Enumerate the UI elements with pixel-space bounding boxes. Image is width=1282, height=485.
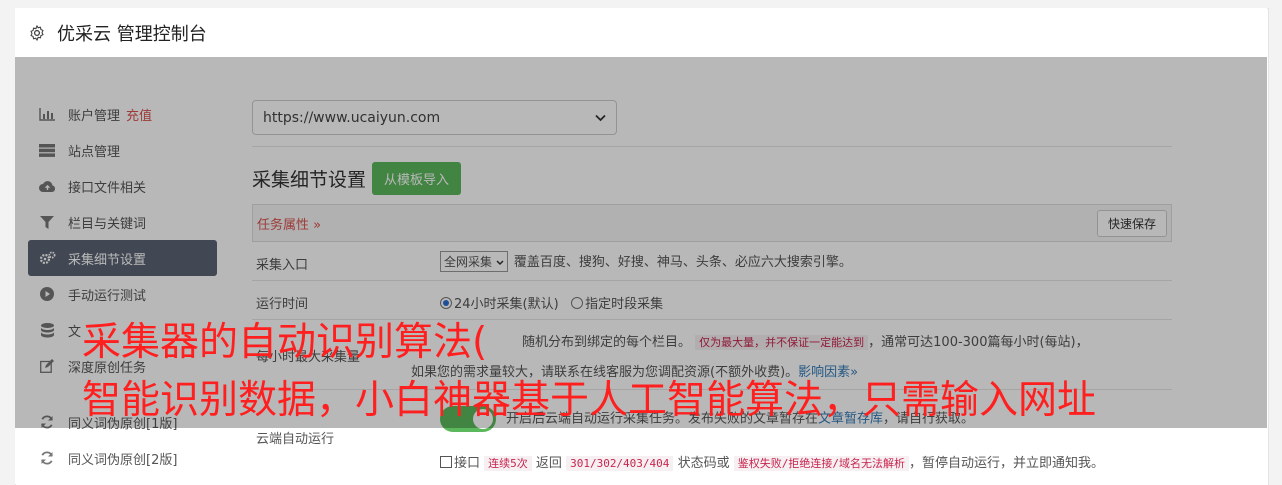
entry-select[interactable]: 全网采集 [440, 251, 508, 272]
caption-line-1: 采集器的自动识别算法( [82, 320, 488, 365]
section-title: 采集细节设置 [252, 169, 367, 191]
task-props-header: 任务属性 » 快速保存 [252, 204, 1172, 242]
sidebar-item-manual-test[interactable]: 手动运行测试 [28, 276, 217, 312]
notify-checkbox[interactable] [440, 456, 452, 468]
sidebar-item-label: 账户管理 [68, 108, 121, 124]
amount-code: 仅为最大量，并不保证一定能达到 [695, 335, 869, 350]
quick-save-button[interactable]: 快速保存 [1096, 209, 1167, 237]
sidebar-item-label: 同义词伪原创[2版] [68, 452, 178, 468]
radio-scheduled-label: 指定时段采集 [585, 297, 664, 312]
row-label: 采集入口 [256, 258, 309, 273]
row-value: 全网采集 覆盖百度、搜狗、好搜、神马、头条、必应六大搜索引擎。 [440, 251, 852, 272]
chevron-down-icon [595, 110, 606, 126]
radio-scheduled[interactable] [571, 297, 584, 309]
import-template-button[interactable]: 从模板导入 [372, 162, 462, 195]
sidebar-item-label: 站点管理 [68, 144, 121, 160]
sidebar-item-collection-settings[interactable]: 采集细节设置 [28, 240, 217, 276]
sidebar-item-label: 接口文件相关 [68, 180, 147, 196]
entry-desc: 覆盖百度、搜狗、好搜、神马、头条、必应六大搜索引擎。 [513, 255, 852, 270]
sidebar-item-label: 文 [68, 324, 82, 340]
gear-icon [27, 23, 47, 43]
radio-24h-label: 24小时采集(默认) [454, 297, 559, 312]
cloud-upload-icon [38, 179, 56, 193]
site-url-select[interactable]: https://www.ucaiyun.com [252, 100, 617, 135]
row-time: 运行时间 24小时采集(默认) 指定时段采集 [252, 281, 1172, 320]
chevron-down-icon [496, 260, 504, 266]
edit-icon [38, 359, 56, 373]
amount-text: 随机分布到绑定的每个栏目。 [522, 335, 692, 350]
cloud-text: 状态码或 [677, 456, 730, 471]
sidebar-item-label: 采集细节设置 [68, 252, 147, 268]
site-url-value: https://www.ucaiyun.com [263, 109, 441, 126]
sidebar-item-columns-keywords[interactable]: 栏目与关键词 [28, 204, 217, 240]
page-title: 优采云 管理控制台 [57, 23, 207, 45]
sidebar-item-sites[interactable]: 站点管理 [28, 132, 217, 168]
main-panel: https://www.ucaiyun.com 采集细节设置 从模板导入 任务属… [252, 100, 1172, 471]
sidebar-item-interface-files[interactable]: 接口文件相关 [28, 168, 217, 204]
caption-line-2: 智能识别数据，小白神器基于人工智能算法，只需输入网址 [82, 378, 1097, 423]
entry-select-value: 全网采集 [444, 255, 493, 269]
divider [252, 146, 1172, 147]
filter-icon [38, 215, 56, 229]
cloud-text: 接口 [454, 456, 481, 471]
row-value: 24小时采集(默认) 指定时段采集 [440, 293, 663, 312]
task-props-toggle[interactable]: 任务属性 » [257, 214, 321, 233]
page-header: 优采云 管理控制台 [15, 8, 1267, 58]
cloud-text: ，暂停自动运行，并立即通知我。 [908, 456, 1104, 471]
cloud-code: 301/302/403/404 [566, 456, 674, 471]
cloud-code: 连续5次 [484, 456, 532, 471]
sidebar-item-label: 手动运行测试 [68, 288, 147, 304]
refresh-icon [38, 415, 56, 429]
section-header: 采集细节设置 从模板导入 [252, 162, 462, 195]
cloud-line2: 接口 连续5次 返回 301/302/403/404 状态码或 鉴权失败/拒绝连… [440, 452, 1104, 471]
server-icon [38, 143, 56, 157]
cogs-icon [38, 251, 56, 265]
row-label: 运行时间 [256, 297, 309, 312]
row-entry: 采集入口 全网采集 覆盖百度、搜狗、好搜、神马、头条、必应六大搜索引擎。 [252, 242, 1172, 281]
sidebar-item-label: 栏目与关键词 [68, 216, 147, 232]
refresh-icon [38, 451, 56, 465]
sidebar-item-synonym-v2[interactable]: 同义词伪原创[2版] [28, 440, 217, 476]
amount-text: ，通常可达100-300篇每小时(每站)， [868, 335, 1089, 350]
play-circle-icon [38, 287, 56, 301]
cloud-text: 返回 [535, 456, 562, 471]
radio-24h[interactable] [440, 297, 452, 309]
cloud-code: 鉴权失败/拒绝连接/域名无法解析 [733, 456, 909, 471]
amount-line1: 随机分布到绑定的每个栏目。 仅为最大量，并不保证一定能达到 ，通常可达100-30… [522, 331, 1089, 350]
bar-chart-icon [38, 107, 56, 121]
database-icon [38, 322, 56, 337]
recharge-link[interactable]: 充值 [126, 105, 152, 124]
sidebar-item-account[interactable]: 账户管理 充值 [28, 96, 217, 132]
row-label: 云端自动运行 [256, 432, 335, 447]
